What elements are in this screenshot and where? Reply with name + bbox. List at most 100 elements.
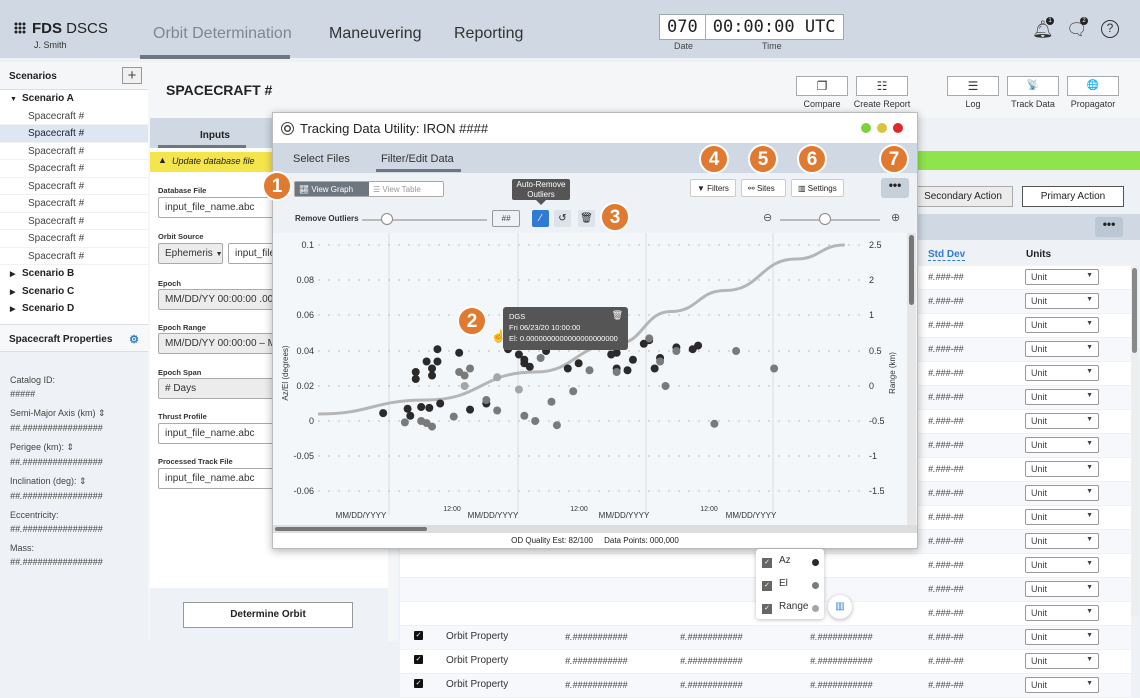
nav-maneuvering[interactable]: Maneuvering bbox=[329, 25, 422, 43]
unit-select[interactable]: Unit bbox=[1025, 677, 1099, 693]
checkbox-checked-icon[interactable]: ✓ bbox=[762, 604, 772, 614]
unit-select[interactable]: Unit bbox=[1025, 317, 1099, 333]
create-report-button[interactable]: ☷ bbox=[856, 76, 908, 96]
unit-select[interactable]: Unit bbox=[1025, 653, 1099, 669]
filters-button[interactable]: ▼ Filters bbox=[690, 179, 736, 197]
zoom-slider-knob[interactable] bbox=[819, 213, 831, 225]
modal-more-button[interactable]: ••• bbox=[881, 178, 909, 198]
unit-select[interactable]: Unit bbox=[1025, 413, 1099, 429]
spacecraft-item[interactable]: Spacecraft # bbox=[0, 213, 148, 230]
tab-inputs[interactable]: Inputs bbox=[150, 118, 280, 148]
unit-select[interactable]: Unit bbox=[1025, 293, 1099, 309]
chart-horizontal-scrollbar[interactable] bbox=[273, 525, 917, 533]
tab-filter-edit-data[interactable]: Filter/Edit Data bbox=[381, 153, 454, 165]
help-icon[interactable]: ? bbox=[1101, 20, 1119, 38]
unit-select[interactable]: Unit bbox=[1025, 341, 1099, 357]
maximize-button[interactable] bbox=[861, 123, 871, 133]
checkbox-checked-icon[interactable]: ✓ bbox=[762, 581, 772, 591]
nav-orbit-determination[interactable]: Orbit Determination bbox=[153, 25, 292, 43]
orbit-source-select[interactable]: Ephemeris ▼ bbox=[158, 243, 223, 264]
log-button[interactable]: ☰ bbox=[947, 76, 999, 96]
determine-orbit-button[interactable]: Determine Orbit bbox=[183, 602, 353, 628]
spacecraft-item-selected[interactable]: Spacecraft # bbox=[0, 125, 148, 143]
spacecraft-item[interactable]: Spacecraft # bbox=[0, 195, 148, 213]
minimize-button[interactable] bbox=[877, 123, 887, 133]
tab-select-files[interactable]: Select Files bbox=[293, 153, 350, 165]
database-file-input[interactable]: input_file_name.abc bbox=[158, 197, 278, 218]
spacecraft-item[interactable]: Spacecraft # bbox=[0, 248, 148, 265]
unit-select[interactable]: Unit bbox=[1025, 605, 1099, 621]
undo-button[interactable]: ↺ bbox=[554, 210, 571, 227]
thrust-profile-input[interactable]: input_file_name.abc bbox=[158, 423, 278, 444]
unit-select[interactable]: Unit bbox=[1025, 629, 1099, 645]
trash-icon[interactable]: 🗑︎ bbox=[612, 310, 623, 321]
legend-el[interactable]: ✓ El bbox=[762, 578, 788, 591]
add-scenario-button[interactable]: + bbox=[122, 67, 142, 84]
zoom-out-icon[interactable]: ⊖ bbox=[763, 211, 772, 224]
propagator-button[interactable]: 🌐 bbox=[1067, 76, 1119, 96]
epoch-span-input[interactable]: # Days bbox=[158, 378, 278, 399]
chart-vertical-scrollbar[interactable] bbox=[907, 233, 916, 525]
settings-button[interactable]: ▥ Settings bbox=[791, 179, 844, 197]
remove-outliers-slider[interactable] bbox=[362, 213, 487, 225]
delete-button[interactable]: 🗑︎ bbox=[578, 210, 595, 227]
row-checkbox[interactable]: ✓ bbox=[414, 655, 423, 664]
prop-label[interactable]: Semi-Major Axis (km) ⇕ bbox=[0, 408, 148, 419]
slider-knob[interactable] bbox=[381, 213, 393, 225]
chat-icon[interactable]: 🗨︎ 2 bbox=[1066, 17, 1088, 40]
unit-select[interactable]: Unit bbox=[1025, 437, 1099, 453]
unit-select[interactable]: Unit bbox=[1025, 269, 1099, 285]
legend-az[interactable]: ✓ Az bbox=[762, 555, 791, 568]
gear-icon[interactable]: ⚙ bbox=[129, 333, 139, 346]
legend-range[interactable]: ✓ Range bbox=[762, 601, 808, 614]
track-data-button[interactable]: 📡 bbox=[1007, 76, 1059, 96]
view-table-button[interactable]: ☰ View Table bbox=[369, 182, 443, 196]
secondary-action-button[interactable]: Secondary Action bbox=[913, 186, 1013, 207]
auto-remove-outliers-button[interactable]: ⁄ bbox=[532, 210, 549, 227]
table-more-button[interactable]: ••• bbox=[1095, 217, 1123, 237]
unit-select[interactable]: Unit bbox=[1025, 581, 1099, 597]
prop-label[interactable]: Perigee (km): ⇕ bbox=[0, 442, 148, 453]
app-brand[interactable]: FDS DSCS bbox=[14, 20, 108, 37]
prop-label[interactable]: Inclination (deg): ⇕ bbox=[0, 476, 148, 487]
scenario-b[interactable]: ▶ Scenario B bbox=[0, 265, 148, 283]
row-checkbox[interactable]: ✓ bbox=[414, 679, 423, 688]
close-button[interactable] bbox=[893, 123, 903, 133]
unit-select[interactable]: Unit bbox=[1025, 461, 1099, 477]
scrollbar-thumb[interactable] bbox=[275, 527, 427, 531]
unit-select[interactable]: Unit bbox=[1025, 509, 1099, 525]
unit-select[interactable]: Unit bbox=[1025, 389, 1099, 405]
map-button[interactable]: ▥ bbox=[828, 595, 852, 619]
apps-grid-icon[interactable] bbox=[14, 22, 26, 34]
bell-icon[interactable]: 🔔︎ 1 bbox=[1032, 17, 1054, 40]
zoom-in-icon[interactable]: ⊕ bbox=[891, 211, 900, 224]
view-graph-button[interactable]: 📈︎ View Graph bbox=[295, 182, 369, 196]
nav-reporting[interactable]: Reporting bbox=[454, 25, 523, 43]
spacecraft-item[interactable]: Spacecraft # bbox=[0, 230, 148, 248]
orbit-source-file-input[interactable]: input_file_name.abc bbox=[228, 243, 278, 264]
spacecraft-item[interactable]: Spacecraft # bbox=[0, 108, 148, 125]
outlier-threshold-input[interactable]: ## bbox=[492, 210, 520, 227]
compare-button[interactable]: ❐ bbox=[796, 76, 848, 96]
zoom-slider[interactable] bbox=[780, 213, 880, 225]
primary-action-button[interactable]: Primary Action bbox=[1022, 186, 1124, 207]
sites-button[interactable]: ⚯ Sites bbox=[741, 179, 786, 197]
processed-track-input[interactable]: input_file_name.abc bbox=[158, 468, 278, 489]
scenario-a[interactable]: ▼ Scenario A bbox=[0, 90, 148, 108]
scenario-c[interactable]: ▶ Scenario C bbox=[0, 283, 148, 301]
unit-select[interactable]: Unit bbox=[1025, 485, 1099, 501]
std-dev-header[interactable]: Std Dev bbox=[928, 249, 966, 261]
unit-select[interactable]: Unit bbox=[1025, 533, 1099, 549]
spacecraft-item[interactable]: Spacecraft # bbox=[0, 160, 148, 178]
checkbox-checked-icon[interactable]: ✓ bbox=[762, 558, 772, 568]
table-scrollbar[interactable] bbox=[1131, 266, 1138, 616]
unit-select[interactable]: Unit bbox=[1025, 365, 1099, 381]
scrollbar-thumb[interactable] bbox=[909, 235, 914, 305]
scrollbar-thumb[interactable] bbox=[1132, 268, 1137, 353]
unit-select[interactable]: Unit bbox=[1025, 557, 1099, 573]
spacecraft-item[interactable]: Spacecraft # bbox=[0, 143, 148, 160]
spacecraft-item[interactable]: Spacecraft # bbox=[0, 178, 148, 195]
row-checkbox[interactable]: ✓ bbox=[414, 631, 423, 640]
epoch-input[interactable]: MM/DD/YY 00:00:00 .000 bbox=[158, 289, 278, 310]
scenario-d[interactable]: ▶ Scenario D bbox=[0, 300, 148, 318]
